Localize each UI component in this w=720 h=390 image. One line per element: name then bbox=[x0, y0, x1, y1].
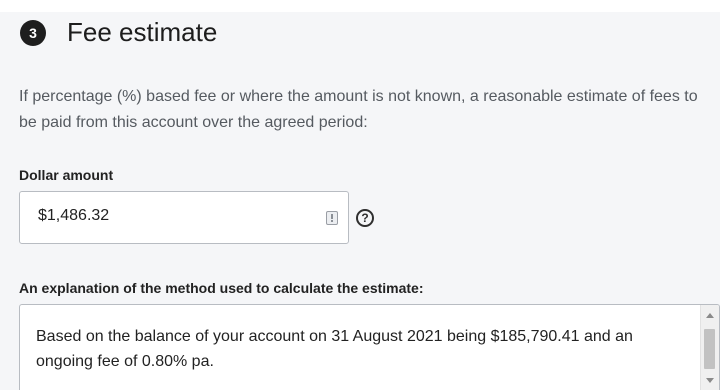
step-number-badge: 3 bbox=[20, 20, 46, 46]
explanation-text[interactable]: Based on the balance of your account on … bbox=[36, 324, 686, 374]
section-description: If percentage (%) based fee or where the… bbox=[19, 88, 698, 131]
dollar-amount-value[interactable]: $1,486.32 bbox=[38, 207, 109, 225]
top-strip bbox=[0, 0, 720, 12]
help-icon[interactable]: ? bbox=[356, 209, 374, 227]
scroll-up-arrow-icon[interactable] bbox=[706, 313, 714, 318]
scroll-thumb[interactable] bbox=[704, 329, 715, 369]
calculator-icon[interactable] bbox=[326, 211, 338, 225]
dollar-amount-input[interactable]: $1,486.32 bbox=[19, 191, 349, 244]
dollar-amount-label: Dollar amount bbox=[19, 167, 114, 183]
explanation-label: An explanation of the method used to cal… bbox=[19, 280, 424, 296]
explanation-scrollbar[interactable] bbox=[700, 305, 719, 390]
section-title: Fee estimate bbox=[67, 17, 218, 47]
scroll-down-arrow-icon[interactable] bbox=[706, 378, 714, 383]
explanation-textarea[interactable]: Based on the balance of your account on … bbox=[19, 304, 720, 390]
